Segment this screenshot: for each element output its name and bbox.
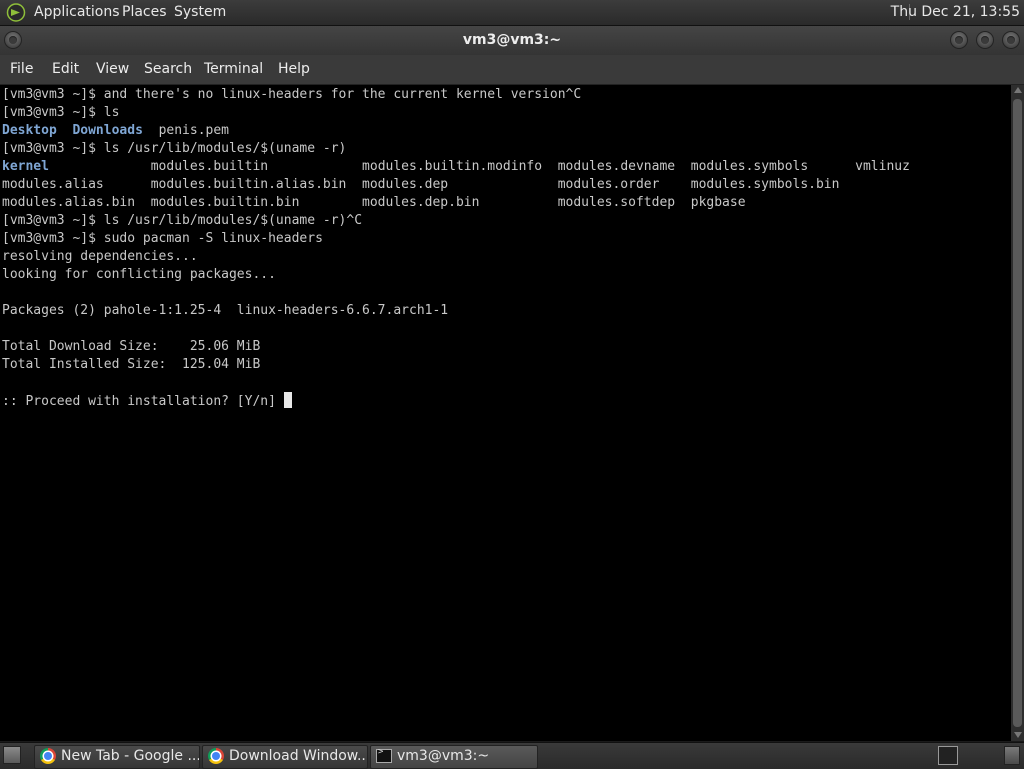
close-button[interactable] — [1002, 31, 1020, 49]
minimize-button[interactable] — [950, 31, 968, 49]
menu-help[interactable]: Help — [278, 61, 310, 77]
terminal-scrollbar[interactable] — [1011, 85, 1024, 741]
menubar: File Edit View Search Terminal Help — [0, 55, 1024, 85]
scroll-down-arrow-icon[interactable] — [1014, 732, 1022, 738]
terminal-line: modules.alias.bin modules.builtin.bin mo… — [2, 195, 746, 210]
terminal-line: [vm3@vm3 ~]$ sudo pacman -S linux-header… — [2, 231, 323, 246]
task-terminal[interactable]: vm3@vm3:~ — [370, 745, 538, 769]
terminal-icon — [376, 747, 392, 763]
terminal-line: [vm3@vm3 ~]$ and there's no linux-header… — [2, 87, 582, 102]
distro-logo-icon[interactable] — [6, 3, 26, 22]
terminal-line: looking for conflicting packages... — [2, 267, 276, 282]
menu-edit[interactable]: Edit — [52, 61, 79, 77]
terminal-line: Desktop Downloads penis.pem — [2, 123, 230, 138]
task-label: vm3@vm3:~ — [397, 748, 490, 764]
terminal-line: [vm3@vm3 ~]$ ls /usr/lib/modules/$(uname… — [2, 141, 347, 156]
terminal-line: [vm3@vm3 ~]$ ls — [2, 105, 120, 120]
window-title: vm3@vm3:~ — [462, 32, 562, 48]
terminal-line: [vm3@vm3 ~]$ ls /usr/lib/modules/$(uname… — [2, 213, 363, 228]
terminal-output: [vm3@vm3 ~]$ and there's no linux-header… — [2, 86, 910, 411]
places-menu[interactable]: Places — [122, 4, 167, 20]
terminal-line: Total Installed Size: 125.04 MiB — [2, 357, 261, 372]
menu-terminal[interactable]: Terminal — [204, 61, 263, 77]
terminal-line: :: Proceed with installation? [Y/n] — [2, 394, 284, 409]
task-label: New Tab - Google ... — [61, 748, 200, 764]
trash-icon[interactable] — [1004, 746, 1020, 765]
system-menu[interactable]: System — [174, 4, 226, 20]
terminal-line: Total Download Size: 25.06 MiB — [2, 339, 261, 354]
chrome-icon — [40, 748, 56, 764]
bottom-panel: New Tab - Google ... Download Window... … — [0, 742, 1024, 769]
task-label: Download Window... — [229, 748, 368, 764]
task-download-window[interactable]: Download Window... — [202, 745, 368, 769]
terminal-line: Packages (2) pahole-1:1.25-4 linux-heade… — [2, 303, 449, 318]
clock[interactable]: Thu Dec 21, 13:55 — [891, 4, 1020, 20]
scrollbar-thumb[interactable] — [1013, 99, 1022, 727]
terminal-view[interactable]: [vm3@vm3 ~]$ and there's no linux-header… — [0, 85, 1011, 741]
window-titlebar[interactable]: vm3@vm3:~ — [0, 26, 1024, 55]
show-desktop-icon[interactable] — [3, 746, 21, 764]
workspace-switcher-icon[interactable] — [938, 746, 958, 765]
terminal-line: kernel modules.builtin modules.builtin.m… — [2, 159, 910, 174]
menu-view[interactable]: View — [96, 61, 129, 77]
menu-file[interactable]: File — [10, 61, 33, 77]
top-panel: Applications Places System Thu Dec 21, 1… — [0, 0, 1024, 26]
terminal-line: resolving dependencies... — [2, 249, 198, 264]
applications-menu[interactable]: Applications — [34, 4, 120, 20]
menu-search[interactable]: Search — [144, 61, 192, 77]
terminal-line: modules.alias modules.builtin.alias.bin … — [2, 177, 840, 192]
scroll-up-arrow-icon[interactable] — [1014, 87, 1022, 93]
chrome-icon — [208, 748, 224, 764]
terminal-cursor — [283, 392, 292, 408]
task-new-tab[interactable]: New Tab - Google ... — [34, 745, 200, 769]
maximize-button[interactable] — [976, 31, 994, 49]
